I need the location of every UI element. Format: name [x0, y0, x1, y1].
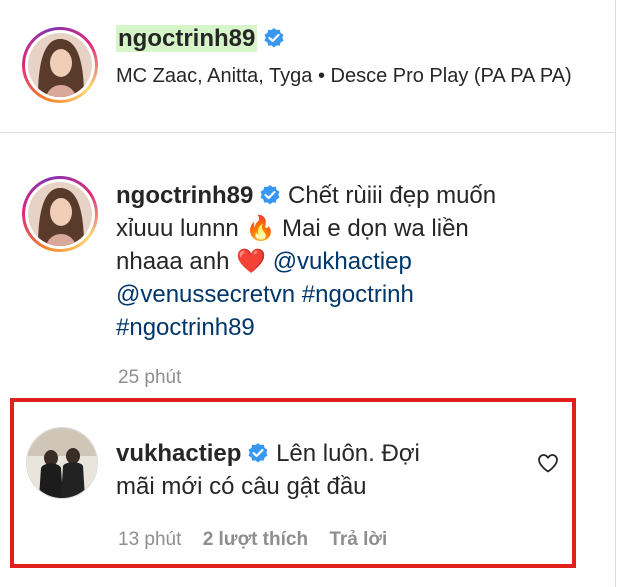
verified-badge-icon	[259, 182, 281, 205]
caption-line-3: nhaaa anh ❤️ @vukhactiep	[116, 245, 576, 278]
reply-button[interactable]: Trả lời	[329, 529, 387, 550]
avatar	[28, 33, 92, 97]
caption-text-2a: xỉuuu lunnn	[116, 215, 239, 242]
post-header: ngoctrinh89 MC Zaac, Anitta, Tyga • Desc…	[0, 0, 614, 133]
heart-icon[interactable]	[536, 451, 560, 475]
hashtag-link[interactable]: #ngoctrinh89	[116, 314, 255, 341]
reply-comment: vukhactiep Lên luôn. Đợi mãi mới có câu …	[116, 437, 526, 503]
caption-meta: 25 phút	[118, 367, 197, 389]
caption-text-3a: nhaaa anh	[116, 248, 230, 275]
caption-text-2b: Mai e dọn wa liền	[282, 215, 469, 242]
caption-comment: ngoctrinh89 Chết rùiii đẹp muốn xỉuuu lu…	[116, 179, 576, 344]
heart-emoji: ❤️	[236, 248, 267, 275]
reply-text-2: mãi mới có câu gật đầu	[116, 473, 367, 500]
avatar	[28, 182, 92, 246]
caption-avatar-ring[interactable]	[22, 176, 98, 252]
reply-line-1: vukhactiep Lên luôn. Đợi	[116, 437, 526, 470]
caption-username[interactable]: ngoctrinh89	[116, 182, 253, 209]
header-username-row: ngoctrinh89	[116, 25, 285, 53]
fire-emoji: 🔥	[245, 215, 276, 242]
mention-link[interactable]: @venussecretvn	[116, 281, 295, 308]
reply-meta: 13 phút 2 lượt thích Trả lời	[118, 529, 403, 551]
caption-line-1: ngoctrinh89 Chết rùiii đẹp muốn	[116, 179, 576, 212]
reply-likes-count[interactable]: 2 lượt thích	[203, 529, 308, 550]
header-username[interactable]: ngoctrinh89	[116, 25, 258, 52]
caption-line-5: #ngoctrinh89	[116, 311, 576, 344]
hashtag-link[interactable]: #ngoctrinh	[302, 281, 414, 308]
caption-text-1: Chết rùiii đẹp muốn	[288, 182, 497, 209]
audio-track-label[interactable]: MC Zaac, Anitta, Tyga • Desce Pro Play (…	[116, 62, 596, 90]
caption-line-4: @venussecretvn #ngoctrinh	[116, 278, 576, 311]
reply-avatar[interactable]	[26, 427, 98, 499]
verified-badge-icon	[247, 440, 269, 463]
caption-line-2: xỉuuu lunnn 🔥 Mai e dọn wa liền	[116, 212, 576, 245]
mention-link[interactable]: @vukhactiep	[273, 248, 412, 275]
caption-timestamp[interactable]: 25 phút	[118, 367, 181, 388]
verified-badge-icon	[263, 27, 285, 49]
avatar-story-ring[interactable]	[22, 27, 98, 103]
panel-border	[615, 0, 616, 587]
reply-username[interactable]: vukhactiep	[116, 440, 241, 467]
reply-timestamp[interactable]: 13 phút	[118, 529, 181, 550]
reply-text-1: Lên luôn. Đợi	[276, 440, 420, 467]
